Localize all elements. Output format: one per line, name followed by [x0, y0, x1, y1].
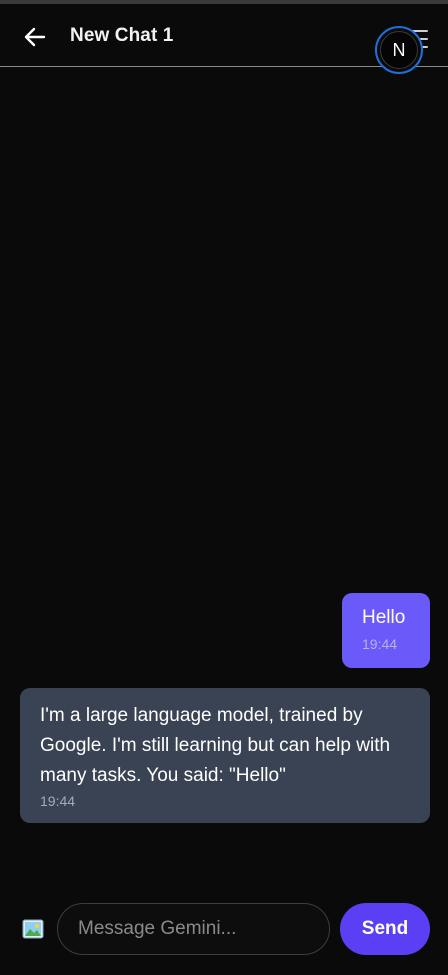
arrow-left-icon	[24, 27, 46, 47]
message-text: I'm a large language model, trained by G…	[40, 705, 391, 786]
image-picture-icon	[22, 919, 44, 939]
message-input[interactable]	[57, 903, 330, 955]
message-composer: Send	[0, 900, 448, 960]
message-time: 19:44	[362, 636, 398, 652]
back-button[interactable]	[20, 22, 50, 52]
message-time: 19:44	[40, 793, 76, 809]
send-button[interactable]: Send	[340, 903, 430, 955]
assistant-message-bubble: I'm a large language model, trained by G…	[20, 688, 430, 823]
avatar-letter: N	[380, 31, 418, 69]
message-text: Hello	[362, 607, 406, 628]
chat-title: New Chat 1	[70, 25, 174, 46]
user-avatar[interactable]: N	[375, 26, 423, 74]
attach-image-button[interactable]	[22, 919, 44, 939]
chat-app: New Chat 1 N Hello 19:44 I'm a large lan…	[0, 0, 448, 975]
user-message-bubble: Hello 19:44	[342, 593, 430, 668]
chat-header: New Chat 1 N	[0, 4, 448, 74]
